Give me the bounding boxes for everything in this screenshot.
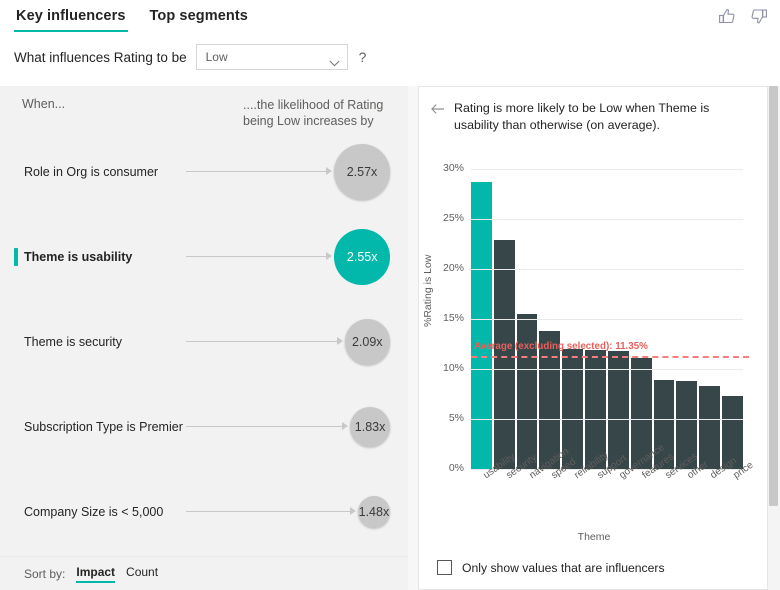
- chart-bar[interactable]: [699, 386, 721, 469]
- chart-bar[interactable]: [516, 314, 538, 469]
- pane-divider: [408, 86, 418, 590]
- chart-x-tick-labels: usability security navigation speed reliabil…: [471, 442, 755, 529]
- detail-pane: Rating is more likely to be Low when The…: [418, 86, 768, 590]
- tab-key-influencers[interactable]: Key influencers: [14, 6, 128, 32]
- back-arrow-icon[interactable]: [431, 102, 445, 120]
- scrollbar-thumb[interactable]: [769, 86, 778, 506]
- influencer-bubble[interactable]: 1.48x: [357, 495, 390, 529]
- checkbox-box[interactable]: [437, 560, 452, 575]
- influencer-row[interactable]: Role in Org is consumer 2.57x: [0, 130, 408, 215]
- insight-header: Rating is more likely to be Low when The…: [431, 100, 757, 133]
- influencer-label: Role in Org is consumer: [24, 165, 159, 179]
- help-icon[interactable]: ?: [357, 49, 369, 65]
- chart-gridline: 25%: [443, 212, 743, 224]
- influencers-header: When... ....the likelihood of Rating bei…: [0, 86, 408, 130]
- visual-scrollbar[interactable]: [768, 86, 780, 590]
- theme-bar-chart: %Rating is Low 30% 25% 20% 15% 10% 5% 0% Averag…: [419, 157, 769, 557]
- when-header: When...: [22, 97, 66, 111]
- panes: When... ....the likelihood of Rating bei…: [0, 86, 780, 590]
- feedback-icons: [718, 8, 768, 25]
- chart-gridline: 10%: [443, 362, 743, 374]
- chart-gridline: 30%: [443, 162, 743, 174]
- sort-option-count[interactable]: Count: [126, 565, 158, 583]
- only-influencers-checkbox[interactable]: Only show values that are influencers: [437, 560, 665, 575]
- connector-line: [186, 426, 343, 427]
- influencer-row[interactable]: Company Size is < 5,000 1.48x: [0, 470, 408, 555]
- key-influencers-visual: Key influencers Top segments What influe…: [0, 0, 780, 590]
- chart-gridline: 5%: [449, 412, 743, 424]
- selection-indicator: [14, 248, 18, 266]
- influencer-row[interactable]: Theme is security 2.09x: [0, 300, 408, 385]
- connector-line: [186, 171, 326, 172]
- connector-arrow-icon: [336, 337, 343, 345]
- connector-arrow-icon: [342, 422, 349, 430]
- influencer-row[interactable]: Subscription Type is Premier 1.83x: [0, 385, 408, 470]
- connector-arrow-icon: [349, 507, 356, 515]
- influencer-label: Company Size is < 5,000: [24, 505, 164, 519]
- checkbox-label: Only show values that are influencers: [462, 560, 665, 575]
- chart-y-tick-label: 0%: [448, 462, 464, 474]
- target-value-dropdown[interactable]: Low: [195, 44, 348, 70]
- influencers-list: Role in Org is consumer 2.57x Theme is usa…: [0, 130, 408, 590]
- influencer-bubble[interactable]: 2.57x: [334, 144, 390, 200]
- chart-y-tick-label: 20%: [442, 262, 464, 274]
- chart-y-tick-label: 15%: [442, 312, 464, 324]
- connector-line: [186, 511, 350, 512]
- thumbs-down-icon[interactable]: [750, 8, 768, 25]
- influencer-label: Theme is usability: [24, 250, 133, 264]
- chart-bar[interactable]: [539, 331, 561, 469]
- chart-y-axis-title: %Rating is Low: [422, 254, 434, 327]
- chart-bar[interactable]: [471, 182, 492, 469]
- chart-x-axis-title: Theme: [577, 531, 611, 543]
- connector-arrow-icon: [326, 252, 333, 260]
- tab-top-segments[interactable]: Top segments: [148, 6, 250, 32]
- chart-bar[interactable]: [493, 240, 515, 469]
- chart-y-tick-label: 25%: [442, 212, 464, 224]
- thumbs-up-icon[interactable]: [718, 8, 736, 25]
- influencers-pane: When... ....the likelihood of Rating bei…: [0, 86, 408, 590]
- sort-option-impact[interactable]: Impact: [76, 565, 116, 583]
- chart-y-tick-label: 10%: [442, 362, 464, 374]
- chart-plot-area: 30% 25% 20% 15% 10% 5% 0% Average (excluding se…: [443, 162, 749, 474]
- connector-arrow-icon: [326, 167, 332, 175]
- chevron-down-icon: [329, 54, 340, 66]
- connector-line: [186, 256, 327, 257]
- chart-gridline: 20%: [443, 262, 743, 274]
- dropdown-value: Low: [205, 50, 228, 64]
- chart-gridline: 15%: [443, 312, 743, 324]
- average-reference-line: [471, 355, 749, 358]
- influencer-bubble[interactable]: 2.55x: [334, 229, 390, 285]
- sort-bar: Sort by: Impact Count: [0, 556, 408, 590]
- influencer-label: Subscription Type is Premier: [24, 420, 183, 434]
- influencer-row[interactable]: Theme is usability 2.55x: [0, 215, 408, 300]
- question-row: What influences Rating to be Low ?: [14, 44, 368, 70]
- visual-tabs: Key influencers Top segments: [14, 6, 250, 32]
- influencer-bubble[interactable]: 1.83x: [350, 407, 390, 447]
- sort-by-label: Sort by:: [24, 566, 66, 581]
- influencer-label: Theme is security: [24, 335, 122, 349]
- insight-text: Rating is more likely to be Low when The…: [454, 101, 710, 132]
- likelihood-header: ....the likelihood of Rating being Low i…: [243, 98, 384, 128]
- connector-line: [186, 341, 337, 342]
- average-line-label: Average (excluding selected): 11.35%: [474, 340, 648, 352]
- question-label: What influences Rating to be: [14, 49, 187, 65]
- chart-y-tick-label: 5%: [448, 412, 464, 424]
- chart-y-tick-label: 30%: [442, 162, 464, 174]
- influencer-bubble[interactable]: 2.09x: [344, 319, 390, 365]
